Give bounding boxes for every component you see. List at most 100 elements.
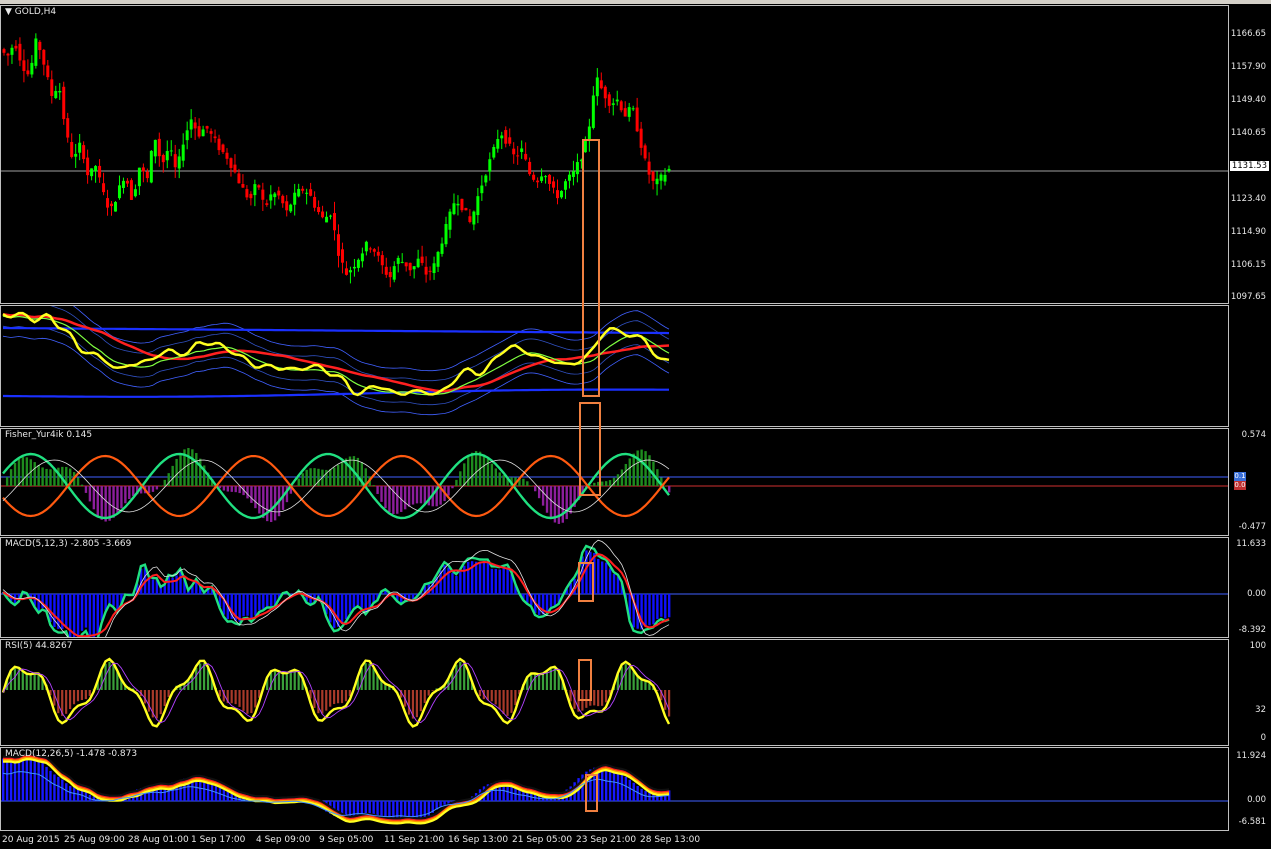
macd-fast-histogram-bar: [37, 594, 40, 611]
candle-body: [591, 95, 595, 128]
macd-fast-histogram-bar: [537, 594, 541, 616]
price-chart-panel[interactable]: ▼ GOLD,H4: [0, 5, 1229, 304]
price-axis-tick: 1097.65: [1230, 292, 1266, 302]
rsi-histogram-bar: [281, 673, 284, 690]
rsi-histogram-bar: [427, 690, 430, 696]
fisher-histogram-bar: [266, 486, 269, 522]
fisher-histogram-bar: [159, 485, 163, 486]
price-axis-tick: 1114.90: [1230, 227, 1266, 237]
band-line: [50, 306, 670, 382]
price-axis: 1166.65 1157.90 1149.40 1140.65 1131.53 1123.…: [1229, 5, 1271, 304]
fisher-histogram-bar: [112, 486, 115, 518]
rsi-histogram-bar: [372, 668, 375, 690]
fisher-badge-bottom: 0.0: [1234, 481, 1246, 490]
highlight-rect-macd2[interactable]: [585, 774, 598, 812]
highlight-rect-price[interactable]: [582, 139, 600, 397]
fisher-histogram-bar: [120, 486, 123, 509]
candle-body: [66, 118, 70, 138]
date-axis-label: 4 Sep 09:00: [256, 835, 311, 845]
fisher-histogram-bar: [132, 486, 135, 496]
macd-slow-histogram-bar: [199, 779, 202, 801]
fisher-histogram-bar: [301, 473, 304, 486]
candle-body: [58, 91, 62, 93]
macd-fast-panel[interactable]: MACD(5,12,3) -2.805 -3.669: [0, 537, 1229, 638]
fisher-histogram-bar: [329, 469, 332, 486]
candle-body: [364, 241, 368, 252]
macd-slow-histogram-bar: [21, 756, 25, 801]
candle-body: [552, 181, 556, 188]
candle-body: [448, 211, 452, 230]
macd-fast-histogram-bar: [474, 561, 478, 594]
macd-fast-histogram-bar: [246, 594, 249, 616]
fisher-histogram-bar: [317, 468, 320, 486]
date-axis-label: 16 Sep 13:00: [448, 835, 509, 845]
rsi-histogram-bar: [333, 690, 336, 705]
macd-slow-axis: 11.924 0.00 -6.581: [1229, 747, 1271, 831]
fisher-histogram-bar: [313, 468, 316, 486]
macd-slow-histogram-bar: [72, 787, 76, 801]
candle-body: [611, 103, 615, 105]
fisher-histogram-bar: [644, 451, 647, 486]
date-axis-label: 25 Aug 09:00: [64, 835, 125, 845]
rsi-histogram-bar: [419, 690, 422, 712]
candle-body: [647, 161, 651, 175]
fisher-histogram-bar: [37, 465, 40, 486]
fisher-histogram-bar: [250, 486, 253, 503]
macd-fast-histogram-bar: [76, 594, 80, 637]
highlight-rect-rsi[interactable]: [578, 659, 592, 701]
macd-fast-histogram-bar: [612, 574, 616, 594]
candle-body: [464, 207, 468, 211]
band-line: [2, 325, 670, 406]
candle-body: [253, 184, 257, 196]
fisher-histogram-bar: [632, 453, 635, 486]
rsi-histogram-bar: [478, 690, 482, 697]
macd-slow-histogram-bar: [37, 759, 40, 801]
candle-body: [356, 259, 360, 268]
macd-slow-panel[interactable]: MACD(12,26,5) -1.478 -0.873: [0, 747, 1229, 831]
rsi-panel[interactable]: RSI(5) 44.8267: [0, 639, 1229, 746]
candle-body: [149, 150, 153, 183]
macd-fast-histogram-bar: [553, 594, 557, 606]
candle-body: [90, 168, 94, 177]
highlight-rect-fisher[interactable]: [579, 402, 601, 496]
rsi-histogram-bar: [325, 690, 328, 711]
fisher-histogram-bar: [100, 486, 103, 520]
rsi-histogram-bar: [242, 690, 245, 711]
date-axis-label: 1 Sep 17:00: [191, 835, 246, 845]
candle-body: [400, 261, 404, 263]
macd-fast-histogram-bar: [604, 562, 608, 594]
rsi-histogram-bar: [514, 690, 517, 706]
candle-body: [396, 257, 400, 264]
rsi-histogram-bar: [29, 674, 32, 690]
fisher-histogram-bar: [124, 486, 127, 504]
candle-body: [6, 53, 10, 56]
rsi-histogram-bar: [159, 690, 162, 715]
fisher-histogram-bar: [490, 463, 494, 486]
candle-body: [233, 164, 237, 173]
candle-body: [556, 190, 560, 199]
macd-fast-histogram-bar: [644, 594, 647, 627]
macd-slow-histogram-bar: [415, 801, 419, 820]
fisher-histogram-bar: [419, 486, 423, 504]
candle-body: [78, 142, 82, 153]
bands-axis: [1229, 305, 1271, 427]
candle-body: [26, 70, 30, 75]
macd-fast-histogram-bar: [459, 571, 462, 594]
rsi-histogram-bar: [273, 670, 277, 690]
candle-body: [169, 150, 173, 152]
fisher-histogram-bar: [530, 485, 533, 486]
rsi-histogram-bar: [76, 690, 80, 702]
candle-body: [607, 94, 611, 106]
bands-indicator-panel[interactable]: [0, 305, 1229, 427]
candle-body: [424, 266, 428, 275]
fisher-histogram-bar: [411, 486, 415, 505]
fisher-indicator-panel[interactable]: Fisher_Yur4ik 0.145: [0, 428, 1229, 536]
candle-body: [30, 62, 34, 75]
highlight-rect-macd[interactable]: [578, 562, 594, 602]
candle-body: [221, 144, 225, 153]
fisher-histogram-bar: [262, 486, 265, 519]
fisher-histogram-bar: [175, 458, 178, 486]
macd-slow-histogram-bar: [53, 774, 56, 801]
fisher-histogram-bar: [84, 486, 88, 493]
candle-body: [165, 151, 169, 161]
